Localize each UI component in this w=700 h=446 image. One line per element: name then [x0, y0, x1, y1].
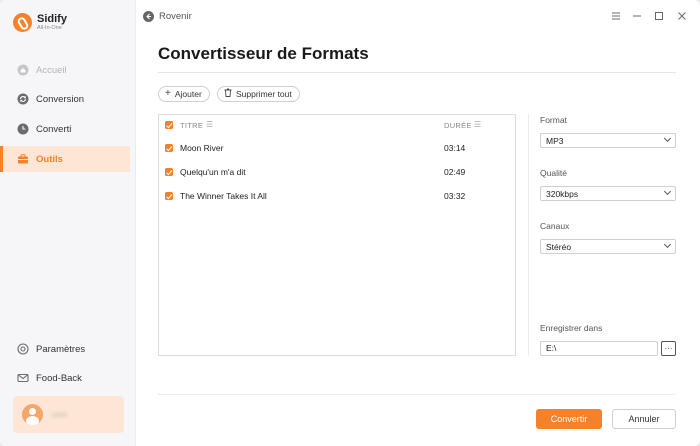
row-checkbox[interactable] — [165, 192, 173, 200]
table-row[interactable]: Moon River 03:14 — [159, 136, 515, 160]
column-header-duration[interactable]: DURÉE — [444, 121, 472, 130]
user-account-box[interactable]: user — [13, 396, 124, 433]
delete-all-button[interactable]: Supprimer tout — [217, 86, 300, 102]
brand: Sidify All-In-One — [13, 13, 67, 32]
sidebar-item-label: Accueil — [36, 64, 67, 76]
menu-icon — [612, 12, 620, 20]
brand-subtitle: All-In-One — [37, 25, 62, 31]
minimize-icon — [633, 15, 641, 17]
back-button[interactable]: Rovenir — [143, 11, 192, 22]
sidebar-item-label: Outils — [36, 153, 63, 165]
page-title: Convertisseur de Formats — [158, 44, 369, 63]
cancel-button[interactable]: Annuler — [612, 409, 676, 429]
toolbox-icon — [17, 153, 29, 165]
divider — [158, 394, 676, 395]
track-title: The Winner Takes It All — [180, 191, 267, 201]
divider — [528, 114, 529, 356]
brand-name: Sidify — [37, 13, 67, 25]
output-path-input[interactable]: E:\ — [540, 341, 658, 356]
sidebar-item-label: Conversion — [36, 93, 85, 105]
format-value: MP3 — [546, 135, 564, 146]
app-window: Sidify All-In-One Accueil Conversion Con… — [0, 0, 700, 446]
sidebar-item-label: Food-Back — [36, 372, 82, 384]
sidebar-item-label: Converti — [36, 123, 72, 135]
sidebar-item-outils[interactable]: Outils — [0, 146, 130, 172]
format-label: Format — [540, 115, 567, 125]
plus-icon: + — [165, 88, 171, 99]
table-row[interactable]: Quelqu'un m'a dit 02:49 — [159, 160, 515, 184]
channels-value: Stéréo — [546, 241, 572, 252]
sidebar-item-food-back[interactable]: Food-Back — [0, 365, 130, 391]
channels-select[interactable]: Stéréo — [540, 239, 676, 254]
track-duration: 03:14 — [444, 143, 466, 153]
minimize-button[interactable] — [629, 8, 645, 24]
add-button[interactable]: + Ajouter — [158, 86, 210, 102]
sidebar-item-converti[interactable]: Converti — [0, 116, 130, 142]
track-duration: 03:32 — [444, 191, 466, 201]
sidebar-item-accueil[interactable]: Accueil — [0, 57, 130, 83]
sidebar-item-conversion[interactable]: Conversion — [0, 86, 130, 112]
browse-button[interactable]: ··· — [661, 341, 676, 356]
sort-icon[interactable]: ☰ — [474, 120, 481, 129]
mail-icon — [17, 372, 29, 384]
track-duration: 02:49 — [444, 167, 466, 177]
select-all-checkbox[interactable] — [165, 121, 173, 129]
column-header-title[interactable]: TITRE — [180, 121, 203, 130]
table-header: TITRE ☰ DURÉE ☰ — [159, 115, 515, 136]
sidebar-item-parametres[interactable]: Paramètres — [0, 336, 130, 362]
convert-button[interactable]: Convertir — [536, 409, 602, 429]
track-title: Moon River — [180, 143, 224, 153]
gear-icon — [17, 343, 29, 355]
quality-label: Qualité — [540, 168, 567, 178]
close-icon — [678, 12, 686, 20]
sidify-logo-icon — [13, 13, 32, 32]
chevron-down-icon — [663, 134, 672, 143]
channels-label: Canaux — [540, 221, 570, 231]
user-name: user — [52, 410, 68, 419]
row-checkbox[interactable] — [165, 144, 173, 152]
table-row[interactable]: The Winner Takes It All 03:32 — [159, 184, 515, 208]
chevron-down-icon — [663, 187, 672, 196]
quality-select[interactable]: 320kbps — [540, 186, 676, 201]
row-checkbox[interactable] — [165, 168, 173, 176]
avatar — [22, 404, 43, 425]
chevron-down-icon — [663, 240, 672, 249]
back-label: Rovenir — [159, 11, 192, 22]
maximize-icon — [655, 12, 663, 20]
track-table: TITRE ☰ DURÉE ☰ Moon River 03:14 Quelqu'… — [158, 114, 516, 356]
quality-value: 320kbps — [546, 188, 579, 199]
close-button[interactable] — [674, 8, 690, 24]
sort-icon[interactable]: ☰ — [206, 120, 213, 129]
sidebar: Sidify All-In-One Accueil Conversion Con… — [0, 0, 136, 446]
arrow-left-icon — [143, 11, 154, 22]
track-title: Quelqu'un m'a dit — [180, 167, 246, 177]
menu-button[interactable] — [608, 8, 624, 24]
format-select[interactable]: MP3 — [540, 133, 676, 148]
maximize-button[interactable] — [651, 8, 667, 24]
refresh-icon — [17, 93, 29, 105]
sidebar-item-label: Paramètres — [36, 343, 86, 355]
trash-icon — [224, 88, 232, 100]
save-to-label: Enregistrer dans — [540, 323, 603, 333]
divider — [158, 72, 676, 73]
clock-icon — [17, 123, 29, 135]
home-icon — [17, 64, 29, 76]
